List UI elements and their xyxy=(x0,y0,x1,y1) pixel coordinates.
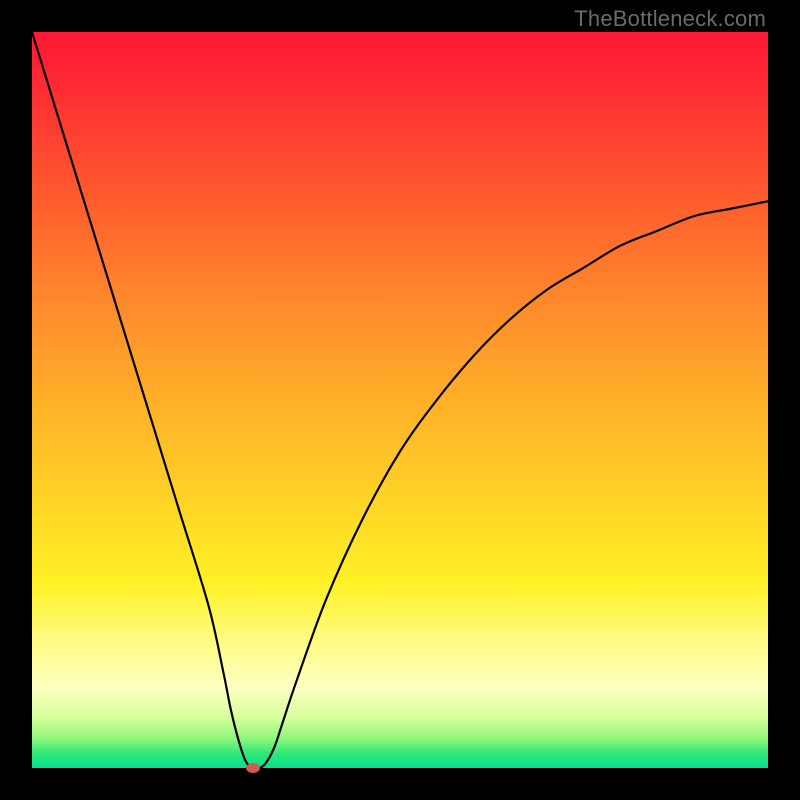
curve-path xyxy=(32,32,768,768)
watermark-text: TheBottleneck.com xyxy=(574,6,766,32)
plot-area xyxy=(32,32,768,768)
chart-frame: TheBottleneck.com xyxy=(0,0,800,800)
optimum-marker xyxy=(246,763,260,773)
bottleneck-curve xyxy=(32,32,768,768)
